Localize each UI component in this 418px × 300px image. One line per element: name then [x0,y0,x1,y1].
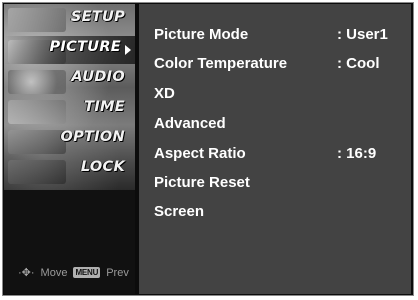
sidebar-item-setup[interactable]: SETUP [4,6,135,34]
row-value: : 16:9 [337,145,377,162]
row-label: Color Temperature [154,55,288,72]
sidebar-menu: SETUP PICTURE AUDIO TIME OPTION LOCK ·✥·… [4,4,135,294]
sidebar-item-label: TIME [84,99,125,115]
row-value: : User1 [337,26,388,43]
navigation-hint: ·✥· Move MENU Prev [18,266,129,280]
row-label: Aspect Ratio [154,145,246,162]
sidebar-item-label: OPTION [60,129,125,145]
menu-row-xd[interactable]: XD [154,85,404,107]
move-icon: ·✥· [18,267,35,279]
sidebar-item-option[interactable]: OPTION [4,126,135,154]
row-label: Advanced [154,115,226,132]
row-label: Screen [154,203,205,220]
menu-strip-background: SETUP PICTURE AUDIO TIME OPTION LOCK [4,4,135,190]
row-label: XD [154,85,175,102]
move-hint-label: Move [40,266,68,279]
menu-row-screen[interactable]: Screen [154,203,404,225]
picture-settings-panel: Picture Mode : User1 Color Temperature :… [139,4,411,294]
sidebar-item-label: PICTURE [49,39,121,55]
row-label: Picture Mode [154,26,249,43]
row-label: Picture Reset [154,174,250,191]
sidebar-item-audio[interactable]: AUDIO [4,66,135,94]
chevron-right-icon [125,45,131,55]
menu-row-color-temperature[interactable]: Color Temperature : Cool [154,55,404,77]
prev-hint-label: Prev [106,266,129,279]
sidebar-item-time[interactable]: TIME [4,96,135,124]
menu-row-picture-reset[interactable]: Picture Reset [154,174,404,196]
sidebar-item-picture[interactable]: PICTURE [4,36,135,64]
menu-row-aspect-ratio[interactable]: Aspect Ratio : 16:9 [154,145,404,167]
sidebar-item-label: AUDIO [71,69,125,85]
menu-row-picture-mode[interactable]: Picture Mode : User1 [154,26,404,48]
row-value: : Cool [337,55,380,72]
sidebar-item-lock[interactable]: LOCK [4,156,135,184]
sidebar-item-label: SETUP [70,9,125,25]
menu-row-advanced[interactable]: Advanced [154,115,404,137]
sidebar-item-label: LOCK [80,159,125,175]
menu-key-icon: MENU [73,267,101,278]
